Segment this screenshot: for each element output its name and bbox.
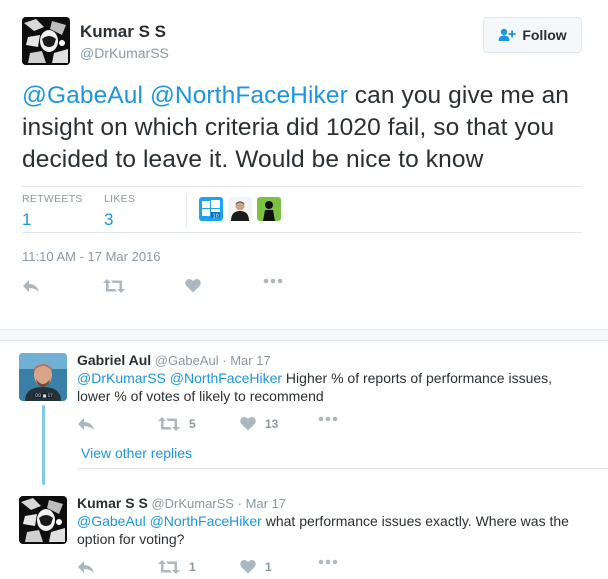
reply-icon [77,559,95,575]
like-button[interactable] [185,278,201,293]
more-button[interactable] [318,416,338,422]
more-icon [318,416,338,422]
like-count: 13 [265,416,279,431]
main-tweet: Kumar S S @DrKumarSS Follow @GabeAul @No… [0,0,608,330]
retweets-stat[interactable]: RETWEETS 1 [22,193,83,230]
mention-link[interactable]: @GabeAul [22,82,143,109]
mention-link[interactable]: @NorthFaceHiker [150,513,262,529]
heart-icon [185,278,201,293]
more-icon [263,278,283,284]
reply-button[interactable] [22,278,40,294]
mention-link[interactable]: @DrKumarSS [77,370,166,386]
reply-author-name[interactable]: Gabriel Aul [77,352,151,368]
reply-dot: · [222,353,227,368]
more-icon [318,559,338,565]
retweet-icon [103,278,125,294]
svg-text:OO ■ 17: OO ■ 17 [35,393,53,398]
reply-author-name[interactable]: Kumar S S [77,495,148,511]
reply-icon [22,278,40,294]
tweet-timestamp[interactable]: 11:10 AM - 17 Mar 2016 [22,249,161,264]
retweet-count: 5 [189,417,196,431]
reply-icon [77,416,95,432]
view-other-replies-link[interactable]: View other replies [81,445,192,461]
person-avatar[interactable] [228,197,252,221]
retweet-button[interactable]: 1 [158,559,196,575]
replies-divider [77,468,608,469]
tweet-text: @GabeAul @NorthFaceHiker can you give me… [22,80,592,176]
reply-date[interactable]: Mar 17 [230,353,270,368]
thread-connector [42,405,45,485]
reply-text: @DrKumarSS @NorthFaceHiker Higher % of r… [77,369,577,405]
retweet-count: 1 [189,560,196,574]
retweet-icon [158,416,180,432]
reply-author-handle[interactable]: @DrKumarSS [151,496,234,511]
reply-header: Kumar S S @DrKumarSS · Mar 17 [77,495,286,511]
more-button[interactable] [318,559,338,565]
follow-label: Follow [522,27,567,43]
retweet-icon [158,559,180,575]
mention-link[interactable]: @GabeAul [77,513,146,529]
heart-icon [240,559,256,574]
reply-text: @GabeAul @NorthFaceHiker what performanc… [77,512,577,548]
retweet-button[interactable]: 5 [158,416,196,432]
green-silhouette-avatar[interactable] [257,197,281,221]
reply-dot: · [237,496,242,511]
mention-link[interactable]: @NorthFaceHiker [170,370,282,386]
windows-10-logo[interactable]: 10 [199,197,223,221]
retweets-label: RETWEETS [22,193,83,205]
svg-text:10: 10 [213,214,219,220]
author-avatar[interactable] [22,17,70,65]
retweet-button[interactable] [103,278,125,294]
mention-link[interactable]: @NorthFaceHiker [150,82,348,109]
reply-author-handle[interactable]: @GabeAul [155,353,219,368]
stats-divider [186,193,187,227]
like-button[interactable]: 1 [240,559,272,574]
tweet-stats: RETWEETS 1 LIKES 3 10 [22,186,582,233]
author-name[interactable]: Kumar S S [80,22,166,42]
reply-date[interactable]: Mar 17 [246,496,286,511]
reply-button[interactable] [77,559,95,575]
retweets-count[interactable]: 1 [22,210,83,230]
likes-count[interactable]: 3 [104,210,135,230]
likes-label: LIKES [104,193,136,205]
likes-stat[interactable]: LIKES 3 [104,193,135,230]
reply-avatar[interactable] [19,496,67,544]
reply-button[interactable] [77,416,95,432]
like-button[interactable]: 13 [240,416,278,431]
section-divider [0,329,608,341]
reply-avatar[interactable]: OO ■ 17 [19,353,67,401]
liker-avatars: 10 [199,197,281,221]
add-user-icon [498,28,516,42]
like-count: 1 [265,559,272,574]
heart-icon [240,416,256,431]
author-handle[interactable]: @DrKumarSS [80,45,169,61]
reply-header: Gabriel Aul @GabeAul · Mar 17 [77,352,271,368]
follow-button[interactable]: Follow [483,17,582,53]
more-button[interactable] [263,278,283,284]
